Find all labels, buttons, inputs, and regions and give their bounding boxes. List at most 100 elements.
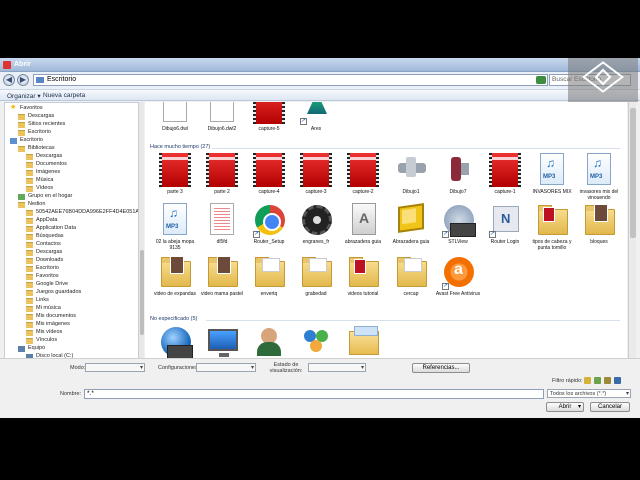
group-header[interactable]: No especificado (5) bbox=[150, 316, 620, 322]
folder-icon bbox=[26, 258, 33, 264]
config-combo[interactable]: ▾ bbox=[196, 363, 256, 372]
doc-icon-part bbox=[210, 203, 234, 235]
file-item[interactable]: envertq bbox=[246, 255, 292, 297]
cancel-button[interactable]: Cancelar bbox=[590, 402, 630, 412]
refresh-icon[interactable] bbox=[536, 76, 546, 84]
file-item[interactable]: bloques bbox=[576, 203, 622, 245]
file-name-label: engranes_fr bbox=[302, 239, 330, 245]
file-item[interactable]: ↗ Ares bbox=[293, 102, 339, 132]
folder-icon bbox=[26, 266, 33, 272]
group-header[interactable]: Hace mucho tiempo (27) bbox=[150, 144, 620, 150]
filter-icon[interactable] bbox=[604, 377, 611, 384]
back-button[interactable]: ◀ bbox=[3, 74, 15, 86]
file-item[interactable]: ♫ MP3 INVASORES MIX bbox=[529, 153, 575, 195]
film-thumbnail-icon bbox=[488, 153, 522, 187]
file-name-label: invasores mix del vinouendo bbox=[579, 189, 619, 201]
person-icon-part bbox=[257, 328, 281, 356]
file-item[interactable]: ♫ MP3 invasores mix del vinouendo bbox=[576, 153, 622, 201]
file-item[interactable]: ♫ MP3 02 la abeja mopa 9135 bbox=[152, 203, 198, 251]
file-item[interactable]: grabedad bbox=[293, 255, 339, 297]
open-file-dialog: Abrir ◀ ▶ Escritorio ▾ Buscar Escritorio… bbox=[0, 58, 640, 418]
file-item[interactable]: Dibujo6.dwl2 bbox=[199, 102, 245, 132]
sidebar-item-label: Favoritos bbox=[20, 105, 43, 111]
address-bar[interactable]: Escritorio ▾ bbox=[33, 74, 548, 86]
file-item[interactable]: videos tutorial bbox=[340, 255, 386, 297]
shortcut-arrow-icon: ↗ bbox=[442, 283, 449, 290]
view-state-combo[interactable]: ▾ bbox=[308, 363, 366, 372]
organize-button[interactable]: Organizar ▾ bbox=[7, 92, 41, 100]
file-name-label: video de expandas bbox=[154, 291, 196, 297]
file-item[interactable]: video mama pastel bbox=[199, 255, 245, 297]
mp3-icon-part: MP3 bbox=[590, 174, 603, 180]
file-type-filter[interactable]: Todos los archivos (*.*) ▾ bbox=[547, 389, 631, 398]
scroll-thumb[interactable] bbox=[630, 108, 636, 238]
file-item[interactable]: Abrazadera guia bbox=[388, 203, 434, 245]
references-button[interactable]: Referencias... bbox=[412, 363, 470, 373]
file-name-label: STLView bbox=[448, 239, 468, 245]
mode-combo[interactable]: ▾ bbox=[85, 363, 145, 372]
file-name-input[interactable]: *.* bbox=[84, 389, 544, 399]
homegroup-icon bbox=[18, 194, 25, 200]
file-item[interactable]: parte 2 bbox=[199, 153, 245, 195]
film-icon-part bbox=[492, 157, 518, 160]
title-bar[interactable]: Abrir bbox=[0, 58, 640, 72]
file-item[interactable]: abrazadera guia bbox=[340, 203, 386, 245]
file-item[interactable]: ↗ STLView bbox=[435, 203, 481, 245]
file-item[interactable]: ↗ Router_Setup bbox=[246, 203, 292, 245]
file-item[interactable]: ↗Avast Free Antivirus bbox=[435, 255, 481, 297]
film-icon-part bbox=[206, 153, 238, 187]
file-item[interactable]: capture-4 bbox=[246, 153, 292, 195]
forward-button[interactable]: ▶ bbox=[17, 74, 29, 86]
filter-icon[interactable] bbox=[614, 377, 621, 384]
folder-red-icon-part bbox=[543, 207, 555, 222]
shortcut-arrow-icon: ↗ bbox=[253, 231, 260, 238]
sidebar-item-label: Mis documentos bbox=[36, 313, 77, 319]
film-thumbnail-icon bbox=[205, 153, 239, 187]
folder-red-icon-part bbox=[349, 257, 379, 287]
sidebar-item-label: Application Data bbox=[36, 225, 77, 231]
open-button-label: Abrir bbox=[558, 404, 572, 410]
chrome-thumbnail-icon: ↗ bbox=[252, 203, 286, 238]
folder-icon bbox=[26, 178, 33, 184]
tool2-icon-part bbox=[461, 163, 469, 175]
file-item[interactable]: engranes_fr bbox=[293, 203, 339, 245]
file-name-label: videos tutorial bbox=[347, 291, 379, 297]
new-folder-button[interactable]: Nueva carpeta bbox=[43, 92, 85, 99]
file-item[interactable]: cercap bbox=[388, 255, 434, 297]
folder-icon bbox=[26, 290, 33, 296]
chevron-down-icon[interactable]: ▾ bbox=[578, 403, 581, 411]
homeg-icon-part bbox=[310, 340, 322, 352]
star-icon: ★ bbox=[10, 104, 17, 111]
sidebar-item-label: Links bbox=[36, 297, 49, 303]
file-item[interactable]: dl5fd bbox=[199, 203, 245, 245]
file-item[interactable]: video de expandas bbox=[152, 255, 198, 297]
file-item[interactable]: Dibujo6.dwl bbox=[152, 102, 198, 132]
file-item[interactable]: ↗Router Login bbox=[482, 203, 528, 245]
mp3-icon-part: ♫ bbox=[546, 156, 555, 170]
chevron-down-icon: ▾ bbox=[360, 365, 364, 371]
file-item[interactable]: tipos de cabeza y punta tornillo bbox=[529, 203, 575, 251]
address-text: Escritorio bbox=[47, 76, 77, 83]
folder-icon bbox=[26, 330, 33, 336]
folder-icon bbox=[26, 306, 33, 312]
file-item[interactable]: capture-5 bbox=[246, 102, 292, 132]
computer-icon bbox=[18, 346, 25, 352]
scroll-thumb[interactable] bbox=[140, 250, 144, 335]
file-item[interactable]: Dibujo7 bbox=[435, 153, 481, 195]
file-name-label: abrazadera guia bbox=[344, 239, 382, 245]
folder-dark-thumbnail-icon bbox=[205, 255, 239, 289]
filter-icon[interactable] bbox=[584, 377, 591, 384]
file-item[interactable]: capture-2 bbox=[340, 153, 386, 195]
file-item[interactable]: Dibujo1 bbox=[388, 153, 434, 195]
file-item[interactable]: parte 3 bbox=[152, 153, 198, 195]
file-item[interactable]: capture-3 bbox=[293, 153, 339, 195]
file-name-label: envertq bbox=[260, 291, 278, 297]
window-title: Abrir bbox=[14, 61, 31, 68]
homeg-thumbnail-icon bbox=[299, 325, 333, 359]
film-thumbnail-icon bbox=[346, 153, 380, 187]
acro-thumbnail-icon bbox=[346, 203, 380, 237]
filter-icon[interactable] bbox=[594, 377, 601, 384]
sidebar-item-label: 50542AEE76B04DDA996E2FF4D4E051A.TMP bbox=[36, 209, 138, 215]
file-item[interactable]: capture-1 bbox=[482, 153, 528, 195]
open-button[interactable]: Abrir ▾ bbox=[546, 402, 584, 412]
